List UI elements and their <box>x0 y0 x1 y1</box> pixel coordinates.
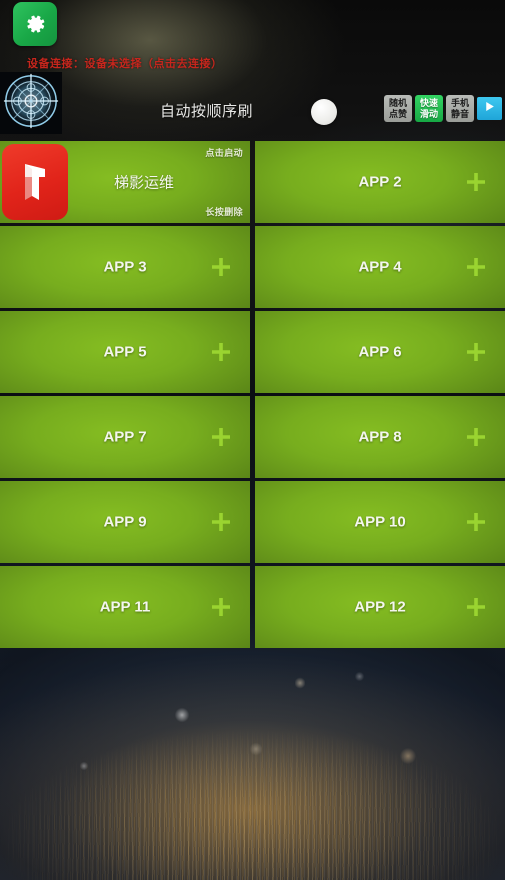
app-card-label: APP 5 <box>103 343 147 361</box>
app-card-4[interactable]: APP 4 <box>255 226 505 308</box>
settings-button[interactable] <box>13 2 57 46</box>
app-screen: 设备连接：设备未选择（点击去连接） 自动按顺序刷 随机 点赞 快速 滑动 手机 … <box>0 0 505 880</box>
app-card-6[interactable]: APP 6 <box>255 311 505 393</box>
app-card-label: 梯影运维 <box>113 174 174 192</box>
app-card-label: APP 3 <box>103 258 147 276</box>
app-card-5[interactable]: APP 5 <box>0 311 250 393</box>
phone-mute-button[interactable]: 手机 静音 <box>446 95 474 122</box>
fast-swipe-button[interactable]: 快速 滑动 <box>415 95 443 122</box>
fast-swipe-label-line1: 快速 <box>419 97 438 108</box>
phone-mute-label-line1: 手机 <box>450 97 469 108</box>
app-card-1[interactable]: 点击启动长按删除 梯影运维 <box>0 141 250 223</box>
random-like-button[interactable]: 随机 点赞 <box>384 95 412 122</box>
app-card-label: APP 10 <box>354 513 406 531</box>
random-like-label-line2: 点赞 <box>388 108 407 119</box>
app-card-label: APP 12 <box>354 598 406 616</box>
connection-status-text[interactable]: 设备连接：设备未选择（点击去连接） <box>27 55 223 71</box>
auto-sequence-toggle[interactable] <box>311 99 337 125</box>
random-like-label-line1: 随机 <box>388 97 407 108</box>
app-card-label: APP 4 <box>358 258 402 276</box>
app-card-7[interactable]: APP 7 <box>0 396 250 478</box>
gear-icon <box>22 11 48 37</box>
app-card-3[interactable]: APP 3 <box>0 226 250 308</box>
play-icon <box>483 100 496 118</box>
app-grid: 点击启动长按删除 梯影运维 APP 2 APP 3 APP 4 APP 5 APP 6 APP… <box>0 141 505 648</box>
app-card-label: APP 7 <box>103 428 147 446</box>
app-card-11[interactable]: APP 11 <box>0 566 250 648</box>
wallpaper-ember-field <box>0 650 505 880</box>
app-card-label: APP 8 <box>358 428 402 446</box>
app-card-10[interactable]: APP 10 <box>255 481 505 563</box>
app-card-8[interactable]: APP 8 <box>255 396 505 478</box>
mode-button-group: 随机 点赞 快速 滑动 手机 静音 <box>384 95 502 122</box>
app-card-label: APP 9 <box>103 513 147 531</box>
app-card-label: APP 11 <box>99 598 151 616</box>
auto-sequence-label: 自动按顺序刷 <box>160 103 254 120</box>
app-emblem <box>0 72 62 134</box>
hint-long-press-delete: 长按删除 <box>205 207 243 217</box>
app-card-9[interactable]: APP 9 <box>0 481 250 563</box>
compass-emblem-icon <box>2 72 60 135</box>
fast-swipe-label-line2: 滑动 <box>419 108 438 119</box>
hint-tap-to-start: 点击启动 <box>205 148 243 158</box>
app-card-label: APP 2 <box>358 173 402 191</box>
app-card-label: APP 6 <box>358 343 402 361</box>
app-card-12[interactable]: APP 12 <box>255 566 505 648</box>
phone-mute-label-line2: 静音 <box>450 108 469 119</box>
start-play-button[interactable] <box>477 97 502 120</box>
app-card-2[interactable]: APP 2 <box>255 141 505 223</box>
